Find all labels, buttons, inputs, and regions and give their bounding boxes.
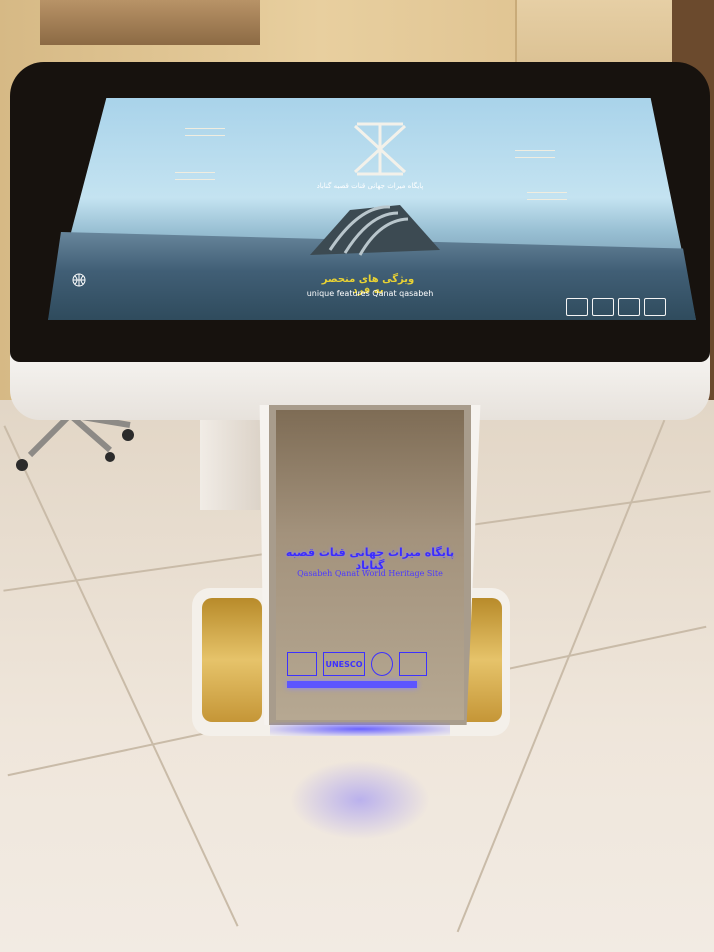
screen-menu-item[interactable]: [150, 128, 260, 152]
ornament-icon: [527, 192, 567, 200]
pedestal-subtitle: Qasabeh Qanat World Heritage Site: [297, 569, 443, 578]
base-blue-glow: [270, 722, 450, 736]
feature-subtitle[interactable]: unique features Qanat qasabeh: [300, 289, 440, 298]
screen-title: پایگاه میراث جهانی قنات قصبه گناباد: [316, 182, 424, 190]
screen-menu-item[interactable]: [492, 192, 602, 216]
unesco-logo-icon: [592, 298, 614, 316]
ornament-icon: [185, 128, 225, 136]
pedestal-logo-row: UNESCO: [287, 652, 427, 676]
screen-logo-row: [566, 298, 686, 316]
ornament-icon: [175, 172, 215, 180]
emblem-logo-icon: [618, 298, 640, 316]
gold-plate-left: [202, 598, 262, 722]
organization-logo-icon: [566, 298, 588, 316]
qanat-logo-icon: [399, 652, 427, 676]
unesco-logo-icon: UNESCO: [323, 652, 365, 676]
background-shelf: [40, 0, 260, 45]
emblem-logo-icon: [371, 652, 393, 676]
organization-logo-icon: [287, 652, 317, 676]
globe-icon: [72, 273, 86, 287]
pedestal-light-bar: [287, 681, 417, 688]
floor-reflection: [290, 760, 430, 840]
screen-logo-icon: [353, 122, 407, 176]
ornament-icon: [515, 150, 555, 158]
screen-menu-item[interactable]: [480, 150, 590, 174]
map-button[interactable]: [72, 272, 152, 288]
screen-qanat-structure-image: [310, 205, 440, 256]
qanat-logo-icon: [644, 298, 666, 316]
screen-menu-item[interactable]: [140, 172, 250, 196]
